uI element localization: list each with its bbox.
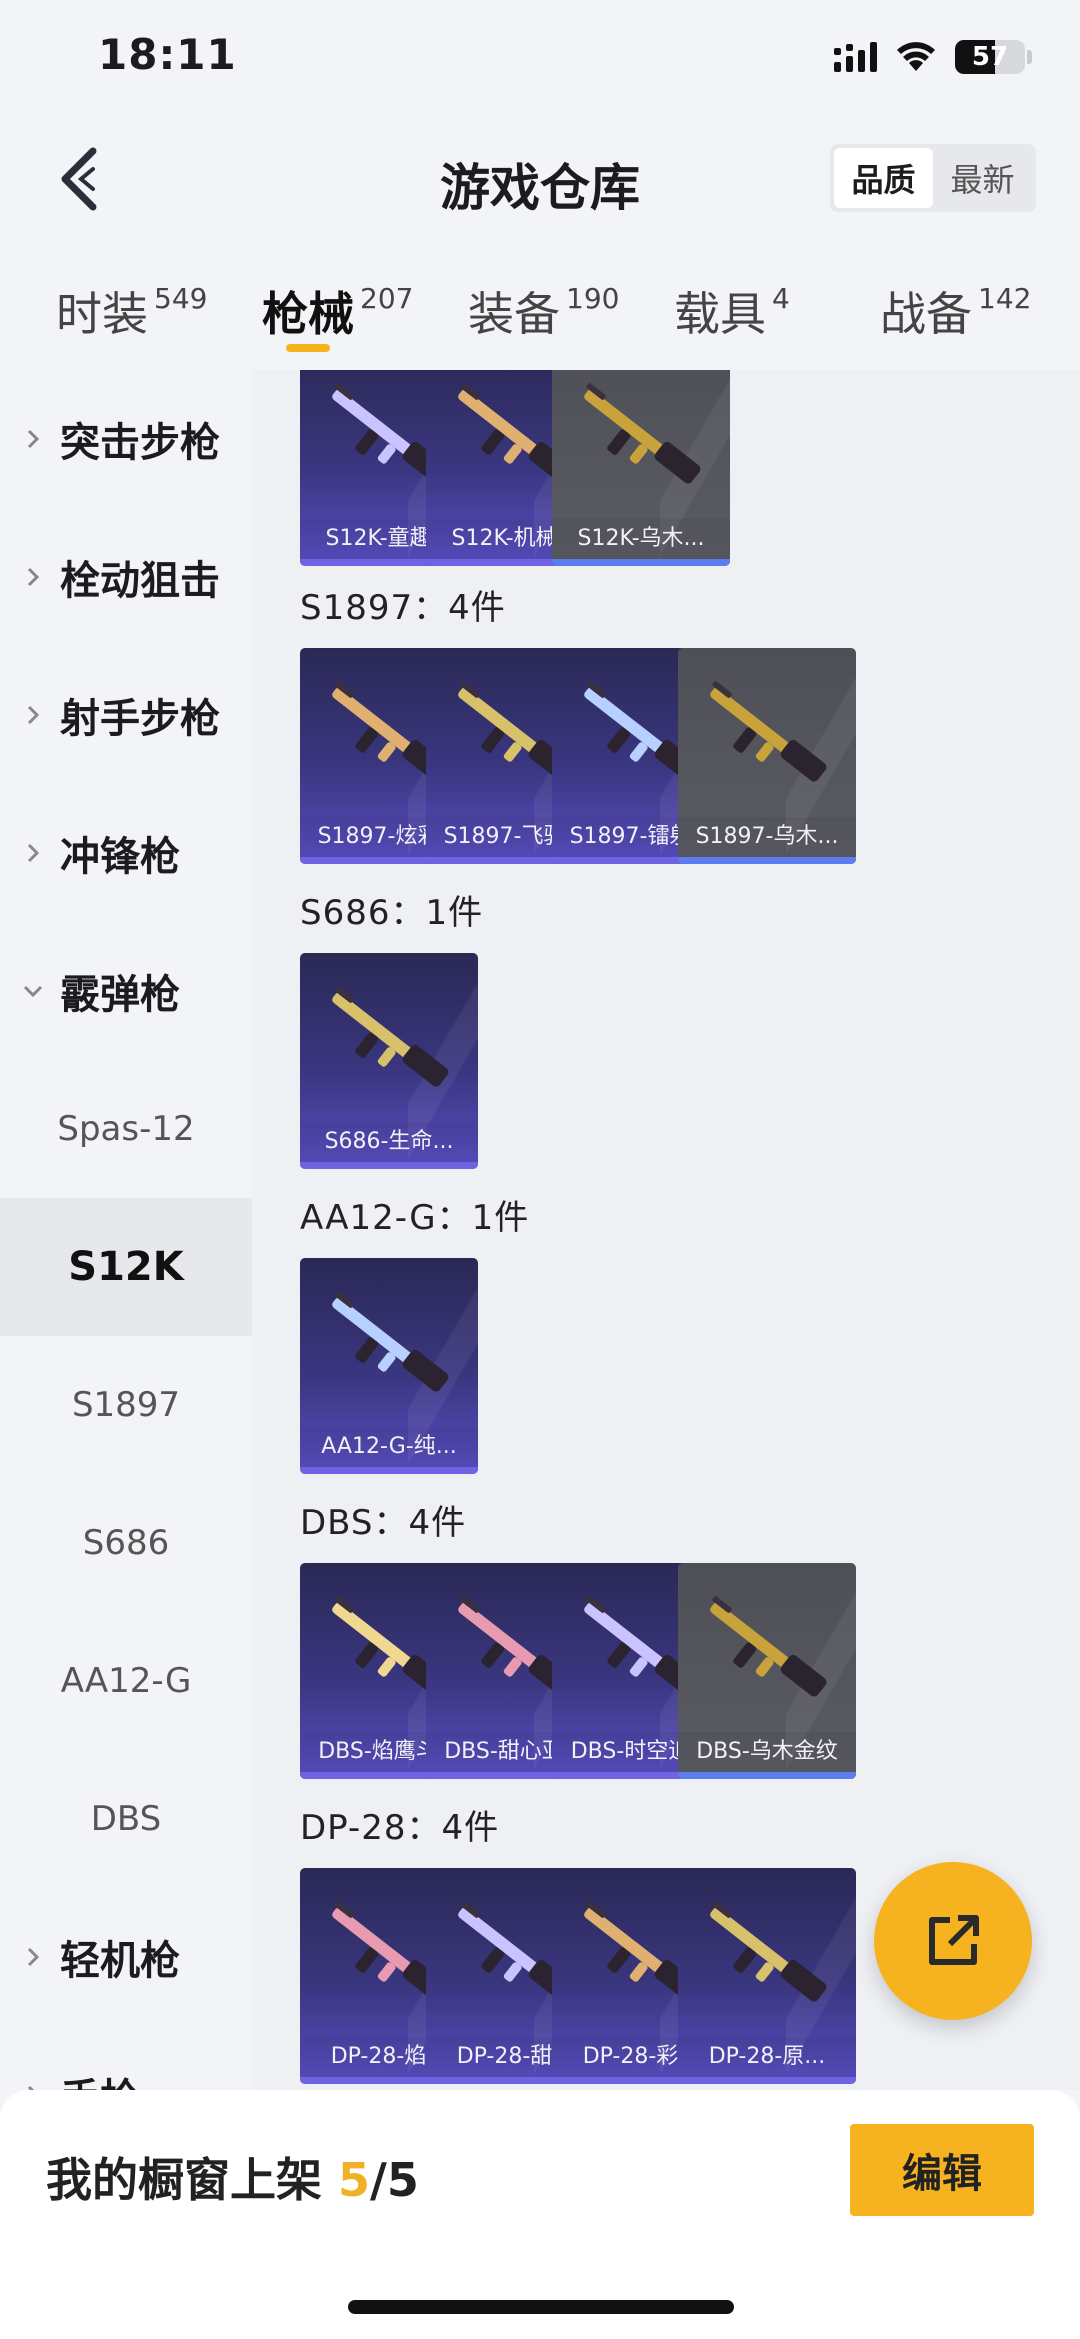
sidebar-item-label: 冲锋枪	[60, 834, 180, 880]
sidebar-item-assault-rifle[interactable]: 突击步枪	[0, 370, 252, 508]
sort-by-quality[interactable]: 品质	[834, 148, 933, 208]
showcase-label-text: 我的橱窗上架	[46, 2153, 339, 2207]
weapon-skin-card[interactable]: S12K-乌木...	[552, 370, 730, 566]
tab-label: 枪械	[262, 287, 354, 341]
tab-label: 载具	[674, 287, 766, 341]
tab-count: 207	[360, 282, 414, 315]
tab-equipment[interactable]: 装备 190	[468, 278, 619, 344]
sidebar-item-bolt-sniper[interactable]: 栓动狙击	[0, 508, 252, 646]
chevron-right-icon	[27, 705, 40, 725]
weapon-icon	[332, 986, 449, 1087]
showcase-total: 5	[386, 2153, 419, 2207]
sidebar-item-shotgun[interactable]: 霰弹枪	[0, 922, 252, 1060]
quality-bar	[300, 1162, 478, 1169]
quality-bar	[678, 2077, 856, 2084]
category-tabs: 时装 549 枪械 207 装备 190 载具 4 战备 142	[0, 260, 1080, 370]
group-title: DP-28：4件	[300, 1808, 500, 1848]
quality-bar	[678, 857, 856, 864]
sort-by-newest[interactable]: 最新	[933, 148, 1032, 208]
showcase-status: 我的橱窗上架 5/5	[46, 2144, 419, 2210]
tab-supplies[interactable]: 战备 142	[880, 278, 1031, 344]
tab-label: 战备	[880, 287, 972, 341]
weapon-skin-grid: S12K-童趣... S12K-机械... S12K-乌木... S1897：4件 S1…	[252, 370, 1080, 2090]
tab-count: 190	[566, 282, 620, 315]
battery-icon: 57	[955, 40, 1025, 74]
weapon-icon	[710, 1901, 827, 2002]
card-label: S1897-乌木...	[678, 817, 856, 857]
share-external-icon	[929, 1915, 979, 1965]
group-title: S686：1件	[300, 893, 484, 933]
showcase-count: 5	[338, 2153, 371, 2207]
sidebar-item-label: 霰弹枪	[60, 972, 180, 1018]
weapon-skin-card[interactable]: DP-28-原...	[678, 1868, 856, 2084]
tab-fashion[interactable]: 时装 549	[56, 278, 207, 344]
group-title: AA12-G：1件	[300, 1198, 530, 1238]
weapon-skin-card[interactable]: DBS-乌木金纹	[678, 1563, 856, 1779]
card-label: S12K-乌木...	[552, 519, 730, 559]
sidebar-item-pistol[interactable]: 手枪	[0, 2026, 252, 2090]
sidebar-item-label: 手枪	[60, 2066, 140, 2090]
card-label: AA12-G-纯...	[300, 1427, 478, 1467]
sidebar-subitem-dbs[interactable]: DBS	[0, 1750, 252, 1888]
sidebar-subitem-s12k[interactable]: S12K	[0, 1198, 252, 1336]
card-label: DP-28-原...	[678, 2037, 856, 2077]
tab-count: 549	[154, 282, 208, 315]
quality-bar	[552, 559, 730, 566]
sort-toggle: 品质 最新	[830, 144, 1036, 212]
status-bar: 18:11 57	[0, 0, 1080, 120]
weapon-type-sidebar: 突击步枪 栓动狙击 射手步枪 冲锋枪 霰弹枪 Spas-12 S12K S189…	[0, 370, 252, 2090]
sidebar-item-label: 突击步枪	[60, 420, 220, 466]
sidebar-item-smg[interactable]: 冲锋枪	[0, 784, 252, 922]
status-time: 18:11	[98, 30, 237, 79]
tab-firearms[interactable]: 枪械 207	[262, 278, 413, 344]
edit-button[interactable]: 编辑	[850, 2124, 1034, 2216]
share-button[interactable]	[874, 1862, 1032, 2020]
sidebar-subitem-aa12g[interactable]: AA12-G	[0, 1612, 252, 1750]
weapon-icon	[710, 1596, 827, 1697]
active-tab-indicator	[286, 344, 330, 352]
sidebar-subitem-spas12[interactable]: Spas-12	[0, 1060, 252, 1198]
home-indicator	[348, 2300, 734, 2314]
cellular-signal-icon	[834, 42, 877, 72]
chevron-right-icon	[27, 567, 40, 587]
weapon-skin-card[interactable]: AA12-G-纯...	[300, 1258, 478, 1474]
weapon-icon	[332, 1291, 449, 1392]
chevron-right-icon	[27, 1947, 40, 1967]
sidebar-item-marksman-rifle[interactable]: 射手步枪	[0, 646, 252, 784]
card-label: S686-生命...	[300, 1122, 478, 1162]
quality-bar	[300, 1467, 478, 1474]
chevron-right-icon	[27, 843, 40, 863]
sidebar-subitem-s1897[interactable]: S1897	[0, 1336, 252, 1474]
group-title: S1897：4件	[300, 588, 506, 628]
tab-label: 装备	[468, 287, 560, 341]
weapon-icon	[710, 681, 827, 782]
battery-cap	[1027, 50, 1032, 64]
weapon-skin-card[interactable]: S686-生命...	[300, 953, 478, 1169]
chevron-down-icon	[23, 985, 43, 998]
chevron-right-icon	[27, 429, 40, 449]
weapon-skin-card[interactable]: S1897-乌木...	[678, 648, 856, 864]
tab-count: 142	[978, 282, 1032, 315]
sidebar-item-label: 轻机枪	[60, 1938, 180, 1984]
tab-vehicles[interactable]: 载具 4	[674, 278, 790, 344]
wifi-icon	[897, 42, 935, 71]
sidebar-item-lmg[interactable]: 轻机枪	[0, 1888, 252, 2026]
weapon-icon	[584, 383, 701, 484]
group-title: DBS：4件	[300, 1503, 467, 1543]
quality-bar	[678, 1772, 856, 1779]
sidebar-item-label: 栓动狙击	[60, 558, 220, 604]
tab-count: 4	[772, 282, 790, 315]
sidebar-subitem-s686[interactable]: S686	[0, 1474, 252, 1612]
sidebar-item-label: 射手步枪	[60, 696, 220, 742]
nav-bar: 游戏仓库 品质 最新	[0, 120, 1080, 240]
battery-percent: 57	[971, 42, 1009, 72]
showcase-separator: /	[370, 2153, 387, 2207]
tab-label: 时装	[56, 287, 148, 341]
card-label: DBS-乌木金纹	[678, 1732, 856, 1772]
